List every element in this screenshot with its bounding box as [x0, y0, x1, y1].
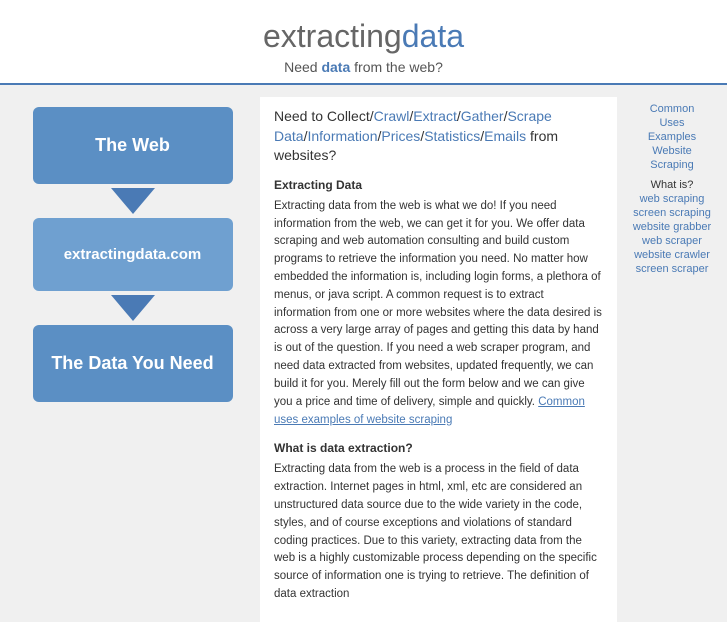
tagline-data: data — [321, 59, 350, 75]
center-content: Need to Collect/Crawl/Extract/Gather/Scr… — [260, 97, 617, 622]
section2-title: What is data extraction? — [274, 439, 603, 457]
flow-box-data-label: The Data You Need — [51, 353, 213, 373]
sidebar-link-website-crawler[interactable]: website crawler — [623, 249, 721, 261]
sidebar-link-screen-scraping[interactable]: screen scraping — [623, 207, 721, 219]
flow-box-data: The Data You Need — [33, 325, 233, 402]
sidebar-link-website-grabber[interactable]: website grabber — [623, 221, 721, 233]
left-panel: The Web extractingdata.com The Data You … — [0, 97, 260, 622]
flow-box-site-label: extractingdata.com — [64, 246, 202, 263]
link-emails[interactable]: Emails — [484, 128, 526, 144]
tagline: Need data from the web? — [0, 59, 727, 75]
site-header: extractingdata Need data from the web? — [0, 0, 727, 85]
what-is-label: What is? — [623, 179, 721, 191]
sidebar-link-examples[interactable]: Examples — [623, 131, 721, 143]
sidebar-link-screen-scraper[interactable]: screen scraper — [623, 263, 721, 275]
arrow-down-2 — [111, 295, 155, 321]
link-crawl[interactable]: Crawl — [374, 108, 410, 124]
tagline-before: Need — [284, 59, 321, 75]
sidebar-what-is: What is? web scraping screen scraping we… — [623, 179, 721, 275]
link-prices[interactable]: Prices — [381, 128, 420, 144]
sidebar-link-common[interactable]: Common — [623, 103, 721, 115]
link-gather[interactable]: Gather — [461, 108, 504, 124]
section1-title: Extracting Data — [274, 176, 603, 194]
section2-body: Extracting data from the web is a proces… — [274, 461, 603, 604]
sidebar-link-web-scraper[interactable]: web scraper — [623, 235, 721, 247]
title-blue: data — [402, 18, 464, 54]
flow-box-site: extractingdata.com — [33, 218, 233, 291]
sidebar-link-scraping[interactable]: Scraping — [623, 159, 721, 171]
link-information[interactable]: Information — [307, 128, 377, 144]
sidebar-link-uses[interactable]: Uses — [623, 117, 721, 129]
section1-body: Extracting data from the web is what we … — [274, 198, 603, 430]
common-uses-link[interactable]: Common uses examples of website scraping — [274, 396, 585, 426]
link-extract[interactable]: Extract — [413, 108, 457, 124]
main-layout: The Web extractingdata.com The Data You … — [0, 85, 727, 622]
arrow-down-1 — [111, 188, 155, 214]
sidebar-top-links: Common Uses Examples Website Scraping — [623, 103, 721, 171]
title-gray: extracting — [263, 18, 402, 54]
link-statistics[interactable]: Statistics — [424, 128, 480, 144]
sidebar-link-website[interactable]: Website — [623, 145, 721, 157]
flow-box-web-label: The Web — [95, 135, 170, 155]
sidebar-link-web-scraping[interactable]: web scraping — [623, 193, 721, 205]
tagline-after: from the web? — [350, 59, 443, 75]
flow-box-web: The Web — [33, 107, 233, 184]
headline: Need to Collect/Crawl/Extract/Gather/Scr… — [274, 107, 603, 166]
right-sidebar: Common Uses Examples Website Scraping Wh… — [617, 97, 727, 622]
site-title: extractingdata — [0, 18, 727, 55]
